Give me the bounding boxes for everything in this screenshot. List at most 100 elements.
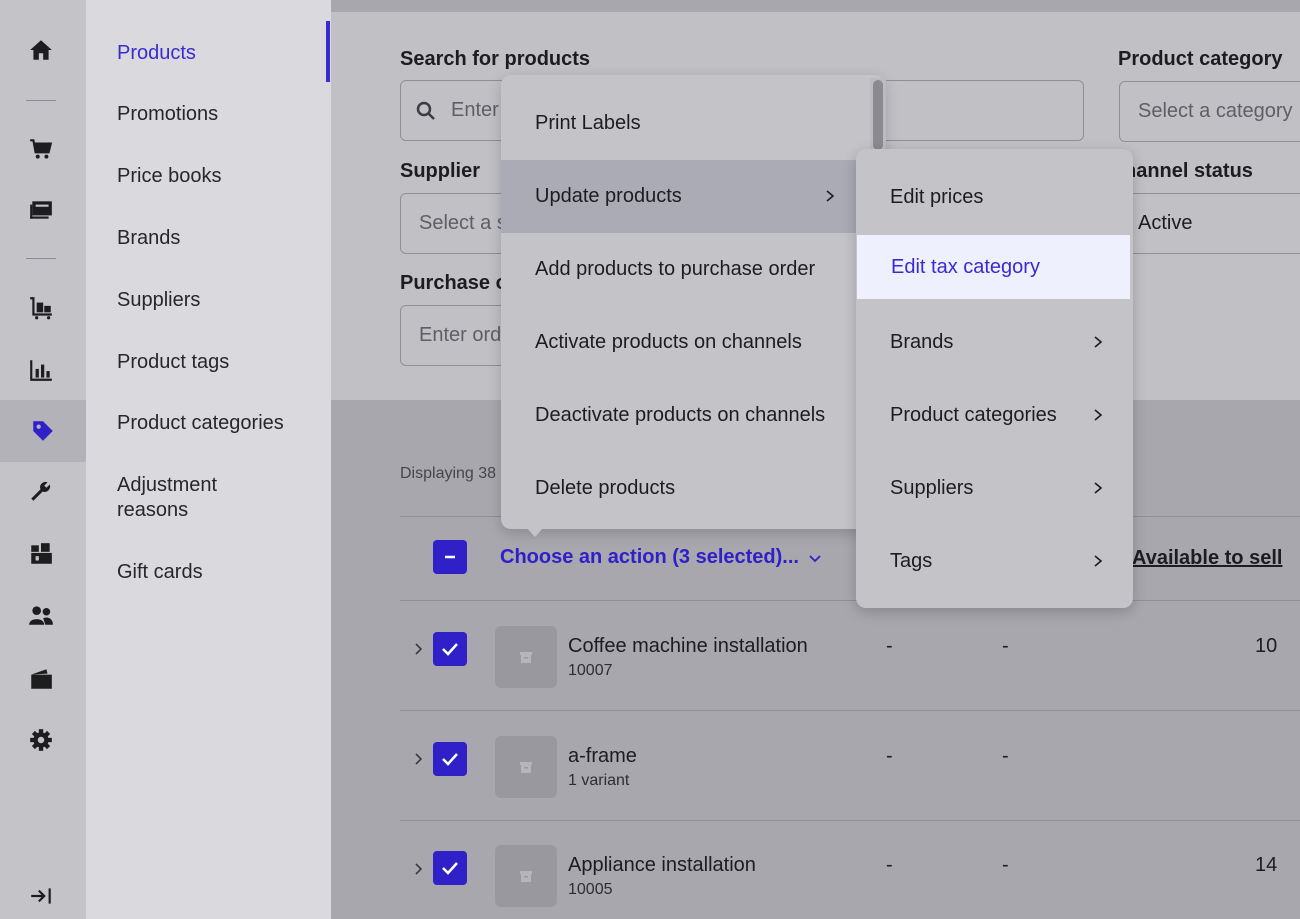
subnav-item-product-tags[interactable]: Product tags bbox=[117, 350, 317, 375]
chevron-right-icon bbox=[1094, 482, 1103, 494]
purchase-order-label: Purchase o bbox=[400, 272, 508, 294]
menu-item-print-labels[interactable]: Print Labels bbox=[501, 87, 857, 160]
menu-item-activate-on-channels[interactable]: Activate products on channels bbox=[501, 306, 857, 379]
submenu-item-brands[interactable]: Brands bbox=[856, 310, 1133, 374]
subnav-item-price-books[interactable]: Price books bbox=[117, 164, 317, 189]
subnav-item-products[interactable]: Products bbox=[117, 41, 317, 66]
search-placeholder: Enter bbox=[451, 99, 499, 121]
purchase-order-placeholder: Enter ord bbox=[419, 324, 502, 346]
update-products-submenu: Edit prices Edit tax category Brands Pro… bbox=[856, 149, 1133, 608]
fulfilment-icon[interactable] bbox=[0, 277, 82, 339]
subnav-item-gift-cards[interactable]: Gift cards bbox=[117, 560, 317, 585]
subnav-item-promotions[interactable]: Promotions bbox=[117, 102, 317, 127]
top-strip bbox=[331, 0, 1300, 12]
product-thumbnail bbox=[495, 736, 557, 798]
menu-item-label: Update products bbox=[535, 185, 682, 207]
channel-status-label: hannel status bbox=[1124, 160, 1253, 182]
check-icon bbox=[442, 753, 458, 766]
chevron-right-icon bbox=[1094, 555, 1103, 567]
supplier-label: Supplier bbox=[400, 160, 481, 182]
box-icon bbox=[520, 652, 532, 663]
check-icon bbox=[442, 643, 458, 656]
chevron-right-icon[interactable] bbox=[412, 862, 426, 876]
product-name[interactable]: Coffee machine installation bbox=[568, 635, 808, 658]
register-icon[interactable] bbox=[0, 179, 82, 241]
choose-action-label: Choose an action (3 selected)... bbox=[500, 546, 799, 568]
submenu-item-label: Product categories bbox=[890, 403, 1057, 426]
supplier-placeholder: Select a s bbox=[419, 212, 507, 234]
gear-icon[interactable] bbox=[0, 709, 82, 771]
channel-status-select[interactable]: Active bbox=[1119, 193, 1300, 254]
category-placeholder: Select a category bbox=[1138, 100, 1293, 122]
product-name[interactable]: a-frame bbox=[568, 745, 637, 768]
chevron-right-icon bbox=[1094, 409, 1103, 421]
row-cell: - bbox=[1002, 854, 1009, 876]
home-icon[interactable] bbox=[0, 19, 82, 81]
row-cell: - bbox=[886, 635, 893, 657]
product-variants: 1 variant bbox=[568, 772, 630, 789]
available-to-sell-value: 14 bbox=[1255, 854, 1278, 876]
chevron-right-icon[interactable] bbox=[412, 642, 426, 656]
minus-icon bbox=[445, 555, 455, 559]
table-divider bbox=[400, 600, 1300, 601]
choose-action-dropdown[interactable]: Choose an action (3 selected)... bbox=[500, 546, 821, 569]
product-thumbnail bbox=[495, 845, 557, 907]
chevron-right-icon bbox=[1094, 336, 1103, 348]
row-cell: - bbox=[886, 854, 893, 876]
row-checkbox[interactable] bbox=[433, 851, 467, 885]
chevron-down-icon bbox=[808, 555, 821, 563]
box-icon bbox=[520, 871, 532, 882]
wrench-icon[interactable] bbox=[0, 460, 82, 522]
products-subnav: Products Promotions Price books Brands S… bbox=[86, 0, 331, 919]
menu-item-add-to-purchase-order[interactable]: Add products to purchase order bbox=[501, 233, 857, 306]
submenu-item-label: Tags bbox=[890, 549, 933, 572]
subnav-item-brands[interactable]: Brands bbox=[117, 226, 317, 251]
menu-item-delete-products[interactable]: Delete products bbox=[501, 452, 857, 525]
available-to-sell-value: 10 bbox=[1255, 635, 1278, 657]
rail-divider bbox=[26, 100, 56, 101]
menu-scrollbar-thumb[interactable] bbox=[873, 80, 883, 150]
rail-divider bbox=[26, 258, 56, 259]
chevron-right-icon[interactable] bbox=[412, 752, 426, 766]
row-cell: - bbox=[1002, 635, 1009, 657]
subnav-item-product-categories[interactable]: Product categories bbox=[117, 411, 317, 436]
action-menu: Print Labels Update products Add product… bbox=[501, 75, 885, 529]
warehouse-icon[interactable] bbox=[0, 523, 82, 585]
channel-status-value: Active bbox=[1138, 212, 1193, 234]
wallet-icon[interactable] bbox=[0, 648, 82, 710]
submenu-item-tags[interactable]: Tags bbox=[856, 529, 1133, 593]
submenu-item-suppliers[interactable]: Suppliers bbox=[856, 456, 1133, 520]
select-all-checkbox[interactable] bbox=[433, 540, 467, 574]
customers-icon[interactable] bbox=[0, 584, 82, 646]
row-checkbox[interactable] bbox=[433, 742, 467, 776]
tag-icon[interactable] bbox=[0, 400, 86, 462]
category-select[interactable]: Select a category bbox=[1119, 81, 1300, 142]
submenu-item-label: Brands bbox=[890, 330, 954, 353]
submenu-item-edit-prices[interactable]: Edit prices bbox=[856, 165, 1133, 229]
cart-icon[interactable] bbox=[0, 118, 82, 180]
row-checkbox[interactable] bbox=[433, 632, 467, 666]
subnav-item-suppliers[interactable]: Suppliers bbox=[117, 288, 317, 313]
product-sku: 10005 bbox=[568, 881, 613, 898]
collapse-icon[interactable] bbox=[0, 865, 82, 919]
product-name[interactable]: Appliance installation bbox=[568, 854, 756, 877]
menu-pointer bbox=[526, 527, 544, 537]
row-cell: - bbox=[1002, 745, 1009, 767]
reports-icon[interactable] bbox=[0, 339, 82, 401]
product-thumbnail bbox=[495, 626, 557, 688]
active-indicator bbox=[326, 21, 330, 82]
search-label: Search for products bbox=[400, 48, 591, 70]
table-divider bbox=[400, 820, 1300, 821]
category-label: Product category bbox=[1118, 48, 1283, 70]
subnav-item-adjustment-reasons[interactable]: Adjustment reasons bbox=[117, 473, 247, 523]
results-count: Displaying 38 bbox=[400, 465, 497, 482]
submenu-item-edit-tax-category[interactable]: Edit tax category bbox=[857, 235, 1130, 299]
row-cell: - bbox=[886, 745, 893, 767]
submenu-item-product-categories[interactable]: Product categories bbox=[856, 383, 1133, 447]
icon-rail bbox=[0, 0, 86, 919]
column-available-to-sell[interactable]: Available to sell bbox=[1132, 547, 1282, 570]
menu-item-update-products[interactable]: Update products bbox=[501, 160, 857, 233]
table-divider bbox=[400, 710, 1300, 711]
menu-item-deactivate-on-channels[interactable]: Deactivate products on channels bbox=[501, 379, 857, 452]
chevron-right-icon bbox=[826, 190, 835, 202]
